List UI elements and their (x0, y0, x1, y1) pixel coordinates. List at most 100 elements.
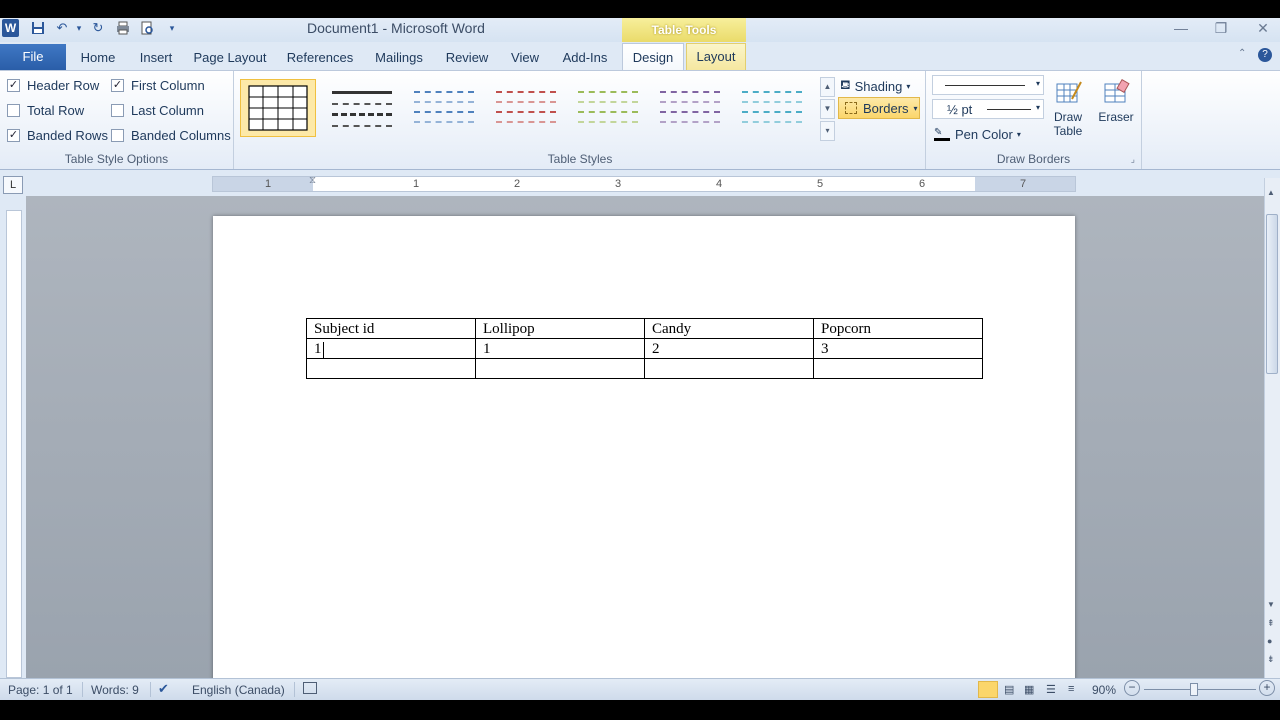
language-indicator[interactable]: English (Canada) (192, 683, 285, 697)
ruler-number: 6 (919, 178, 926, 190)
table-cell[interactable]: 2 (644, 338, 814, 359)
tab-add-ins[interactable]: Add-Ins (556, 48, 614, 70)
document-title: Document1 - Microsoft Word (307, 20, 485, 36)
table-cell[interactable]: 1 (475, 338, 645, 359)
table-style-aqua-thumbnail[interactable] (734, 79, 810, 137)
draw-table-icon (1056, 81, 1082, 103)
vertical-ruler[interactable] (6, 210, 22, 678)
table-style-dark-thumbnail[interactable] (324, 79, 400, 137)
tab-insert[interactable]: Insert (130, 48, 182, 70)
tab-file[interactable]: File (0, 44, 66, 70)
eraser-button[interactable]: Eraser (1094, 78, 1138, 124)
total-row-checkbox[interactable]: Total Row (7, 103, 84, 118)
tab-design[interactable]: Design (622, 43, 684, 72)
browse-object-icon[interactable]: ● (1267, 636, 1272, 646)
scrollbar-thumb[interactable] (1266, 214, 1278, 374)
previous-page-icon[interactable]: ⇞ (1267, 618, 1275, 629)
save-icon[interactable] (29, 19, 47, 37)
table-style-purple-thumbnail[interactable] (652, 79, 728, 137)
tab-page-layout[interactable]: Page Layout (190, 48, 270, 70)
chevron-down-icon: ▾ (913, 103, 918, 113)
banded-rows-checkbox[interactable]: ✓ Banded Rows (7, 128, 108, 143)
close-icon[interactable]: ✕ (1248, 20, 1278, 38)
zoom-slider-thumb[interactable] (1190, 683, 1198, 696)
customize-qat-icon[interactable]: ▾ (163, 19, 181, 37)
scroll-up-icon[interactable]: ▲ (1267, 188, 1275, 197)
print-layout-view-icon[interactable] (978, 681, 998, 698)
table-cell[interactable] (475, 358, 645, 379)
gallery-scroll-up-icon[interactable]: ▲ (820, 77, 835, 97)
header-row-checkbox[interactable]: ✓ Header Row (7, 78, 99, 93)
table-cell[interactable]: Lollipop (475, 318, 645, 339)
tab-home[interactable]: Home (72, 48, 124, 70)
first-column-checkbox[interactable]: ✓ First Column (111, 78, 205, 93)
zoom-level[interactable]: 90% (1092, 683, 1116, 697)
gallery-more-icon[interactable]: ▾ (820, 121, 835, 141)
document-table[interactable]: Subject id Lollipop Candy Popcorn 1 1 2 … (306, 318, 983, 379)
macro-record-icon[interactable] (303, 682, 317, 694)
tab-view[interactable]: View (504, 48, 546, 70)
chevron-down-icon: ▾ (1035, 103, 1040, 112)
line-weight-dropdown[interactable]: ½ pt ▾ (932, 99, 1044, 119)
horizontal-ruler[interactable]: ⧖ 1 1 2 3 4 5 6 7 (212, 175, 1076, 193)
print-icon[interactable] (114, 19, 132, 37)
table-style-options-group-label: Table Style Options (64, 152, 169, 166)
pen-color-button[interactable]: ✎ Pen Color ▾ (934, 127, 1021, 142)
minimize-icon[interactable]: — (1166, 20, 1196, 38)
table-style-blue-thumbnail[interactable] (406, 79, 482, 137)
banded-rows-label: Banded Rows (27, 128, 108, 143)
full-screen-reading-icon[interactable]: ▤ (1004, 683, 1014, 696)
print-preview-icon[interactable] (138, 19, 156, 37)
word-logo-icon[interactable]: W (2, 19, 19, 37)
tab-references[interactable]: References (282, 48, 358, 70)
zoom-in-icon[interactable]: + (1259, 680, 1275, 696)
table-cell[interactable] (644, 358, 814, 379)
page-count[interactable]: Page: 1 of 1 (8, 683, 73, 697)
table-cell[interactable] (813, 358, 983, 379)
last-column-checkbox[interactable]: Last Column (111, 103, 204, 118)
proofing-icon[interactable]: ✔ (158, 681, 169, 697)
undo-dropdown-icon[interactable]: ▾ (70, 19, 88, 37)
document-page[interactable]: Subject id Lollipop Candy Popcorn 1 1 2 … (213, 216, 1075, 686)
line-style-dropdown[interactable]: ▾ (932, 75, 1044, 95)
table-style-green-thumbnail[interactable] (570, 79, 646, 137)
tab-mailings[interactable]: Mailings (368, 48, 430, 70)
table-cell[interactable]: Popcorn (813, 318, 983, 339)
indent-marker-icon[interactable]: ⧖ (309, 175, 317, 193)
restore-icon[interactable]: ❐ (1206, 20, 1236, 38)
undo-icon[interactable]: ↶ (53, 19, 71, 37)
table-style-grid-thumbnail[interactable] (240, 79, 316, 137)
status-separator (150, 682, 151, 697)
dialog-launcher-icon[interactable]: ⌟ (1131, 154, 1135, 165)
redo-icon[interactable]: ↻ (89, 19, 107, 37)
gallery-scroll-down-icon[interactable]: ▼ (820, 99, 835, 119)
next-page-icon[interactable]: ⇟ (1267, 654, 1275, 665)
ruler-number: 1 (413, 178, 420, 190)
table-style-red-thumbnail[interactable] (488, 79, 564, 137)
banded-columns-checkbox[interactable]: Banded Columns (111, 128, 231, 143)
table-cell[interactable]: 1 (306, 338, 476, 359)
shading-button[interactable]: ⛾ Shading ▾ (840, 77, 910, 95)
table-cell[interactable] (306, 358, 476, 379)
table-cell[interactable]: Subject id (306, 318, 476, 339)
minimize-ribbon-icon[interactable]: ⌃ (1238, 48, 1246, 59)
draw-table-button[interactable]: Draw Table (1046, 79, 1090, 138)
table-cell[interactable]: 3 (813, 338, 983, 359)
draft-view-icon[interactable]: ≡ (1068, 683, 1074, 695)
scroll-down-icon[interactable]: ▼ (1267, 600, 1275, 609)
web-layout-icon[interactable]: ▦ (1024, 683, 1034, 696)
tab-review[interactable]: Review (440, 48, 494, 70)
outline-view-icon[interactable]: ☰ (1046, 683, 1056, 696)
line-weight-value: ½ pt (947, 102, 973, 117)
table-cell[interactable]: Candy (644, 318, 814, 339)
status-separator (82, 682, 83, 697)
text-cursor (323, 342, 324, 358)
tab-layout[interactable]: Layout (686, 43, 746, 70)
zoom-slider-track[interactable] (1144, 689, 1256, 690)
help-icon[interactable]: ? (1258, 48, 1272, 62)
borders-button[interactable]: Borders ▾ (838, 97, 920, 119)
zoom-out-icon[interactable]: − (1124, 680, 1140, 696)
table-row: Subject id Lollipop Candy Popcorn (306, 318, 983, 339)
word-count[interactable]: Words: 9 (91, 683, 139, 697)
tab-selector[interactable]: L (3, 176, 23, 194)
